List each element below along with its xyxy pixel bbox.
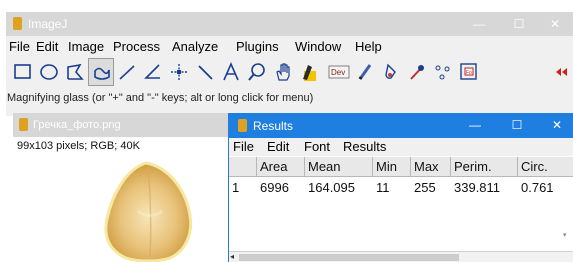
- window-title: ImageJ: [28, 17, 68, 31]
- magnifying-glass-tool-icon[interactable]: [244, 58, 270, 86]
- close-button[interactable]: ✕: [537, 12, 573, 36]
- hand-tool-icon[interactable]: [270, 58, 296, 86]
- menu-window[interactable]: Window: [295, 39, 341, 54]
- results-maximize-button[interactable]: ☐: [499, 113, 535, 137]
- results-window-title: Results: [253, 119, 294, 133]
- menu-image[interactable]: Image: [68, 39, 104, 54]
- results-minimize-button[interactable]: —: [457, 113, 493, 137]
- image-canvas[interactable]: [98, 161, 198, 262]
- results-menu-edit[interactable]: Edit: [267, 139, 289, 154]
- imagej-main-window: ImageJ — ☐ ✕ File Edit Image Process Ana…: [6, 12, 573, 116]
- menu-edit[interactable]: Edit: [36, 39, 58, 54]
- results-menu-bar: File Edit Font Results: [229, 138, 573, 156]
- menu-file[interactable]: File: [9, 39, 30, 54]
- cell-circ: 0.761: [521, 180, 554, 195]
- header-min[interactable]: Min: [373, 157, 411, 177]
- developer-label: Dev: [331, 68, 345, 77]
- brush-tool-icon[interactable]: [378, 58, 404, 86]
- lut-tool-icon[interactable]: Fo: [456, 58, 482, 86]
- status-line: Magnifying glass (or "+" and "-" keys; a…: [7, 92, 314, 104]
- image-window-title-bar[interactable]: Гречка_фото.png: [13, 113, 238, 137]
- text-tool-icon[interactable]: [218, 58, 244, 86]
- stacks-tool-icon[interactable]: [430, 58, 456, 86]
- developer-menu-icon[interactable]: Dev: [326, 58, 352, 86]
- wand-tool-icon[interactable]: [192, 58, 218, 86]
- imagej-app-icon: [13, 17, 22, 30]
- results-table[interactable]: Area Mean Min Max Perim. Circ. 1 6996 16…: [229, 157, 573, 247]
- cell-area: 6996: [260, 180, 289, 195]
- menu-process[interactable]: Process: [113, 39, 160, 54]
- rectangle-tool-icon[interactable]: [10, 58, 36, 86]
- results-close-button[interactable]: ✕: [539, 113, 573, 137]
- freehand-tool-icon[interactable]: [88, 58, 114, 86]
- polygon-tool-icon[interactable]: [62, 58, 88, 86]
- cell-min: 11: [376, 180, 390, 195]
- header-area[interactable]: Area: [257, 157, 305, 177]
- angle-tool-icon[interactable]: [140, 58, 166, 86]
- oval-tool-icon[interactable]: [36, 58, 62, 86]
- image-info: 99x103 pixels; RGB; 40K: [17, 140, 140, 152]
- cell-index: 1: [232, 180, 240, 195]
- minimize-button[interactable]: —: [461, 12, 497, 36]
- flood-fill-tool-icon[interactable]: [404, 58, 430, 86]
- svg-text:Fo: Fo: [466, 70, 472, 76]
- maximize-button[interactable]: ☐: [501, 12, 537, 36]
- image-window-title: Гречка_фото.png: [33, 119, 121, 131]
- point-tool-icon[interactable]: [166, 58, 192, 86]
- header-mean[interactable]: Mean: [305, 157, 373, 177]
- cell-mean: 164.095: [308, 180, 355, 195]
- imagej-app-icon: [19, 118, 28, 131]
- imagej-app-icon: [238, 119, 247, 132]
- header-circ[interactable]: Circ.: [518, 157, 573, 177]
- scroll-left-arrow-icon[interactable]: ◂: [230, 252, 234, 261]
- toolbar: Dev Fo: [10, 58, 570, 88]
- menu-bar: File Edit Image Process Analyze Plugins …: [6, 37, 573, 57]
- results-menu-results[interactable]: Results: [343, 139, 386, 154]
- color-picker-tool-icon[interactable]: [296, 58, 322, 86]
- buckwheat-grain-image: [104, 161, 193, 262]
- pencil-tool-icon[interactable]: [352, 58, 378, 86]
- table-header-row: Area Mean Min Max Perim. Circ.: [229, 157, 573, 177]
- more-tools-icon[interactable]: [550, 58, 573, 86]
- scrollbar-thumb[interactable]: [239, 254, 459, 261]
- menu-plugins[interactable]: Plugins: [236, 39, 279, 54]
- vertical-scroll-arrow-icon[interactable]: ▾: [563, 231, 572, 239]
- cell-max: 255: [414, 180, 436, 195]
- header-perim[interactable]: Perim.: [451, 157, 518, 177]
- horizontal-scrollbar[interactable]: ◂: [229, 251, 573, 262]
- results-menu-font[interactable]: Font: [304, 139, 330, 154]
- title-bar[interactable]: ImageJ — ☐ ✕: [6, 12, 573, 36]
- header-max[interactable]: Max: [411, 157, 451, 177]
- results-window: Results — ☐ ✕ File Edit Font Results Are…: [228, 113, 573, 262]
- header-index[interactable]: [229, 157, 257, 177]
- image-window: Гречка_фото.png 99x103 pixels; RGB; 40K: [13, 113, 238, 262]
- results-title-bar[interactable]: Results — ☐ ✕: [229, 113, 573, 138]
- cell-perim: 339.811: [454, 180, 501, 195]
- menu-help[interactable]: Help: [355, 39, 382, 54]
- menu-analyze[interactable]: Analyze: [172, 39, 218, 54]
- results-menu-file[interactable]: File: [233, 139, 254, 154]
- line-tool-icon[interactable]: [114, 58, 140, 86]
